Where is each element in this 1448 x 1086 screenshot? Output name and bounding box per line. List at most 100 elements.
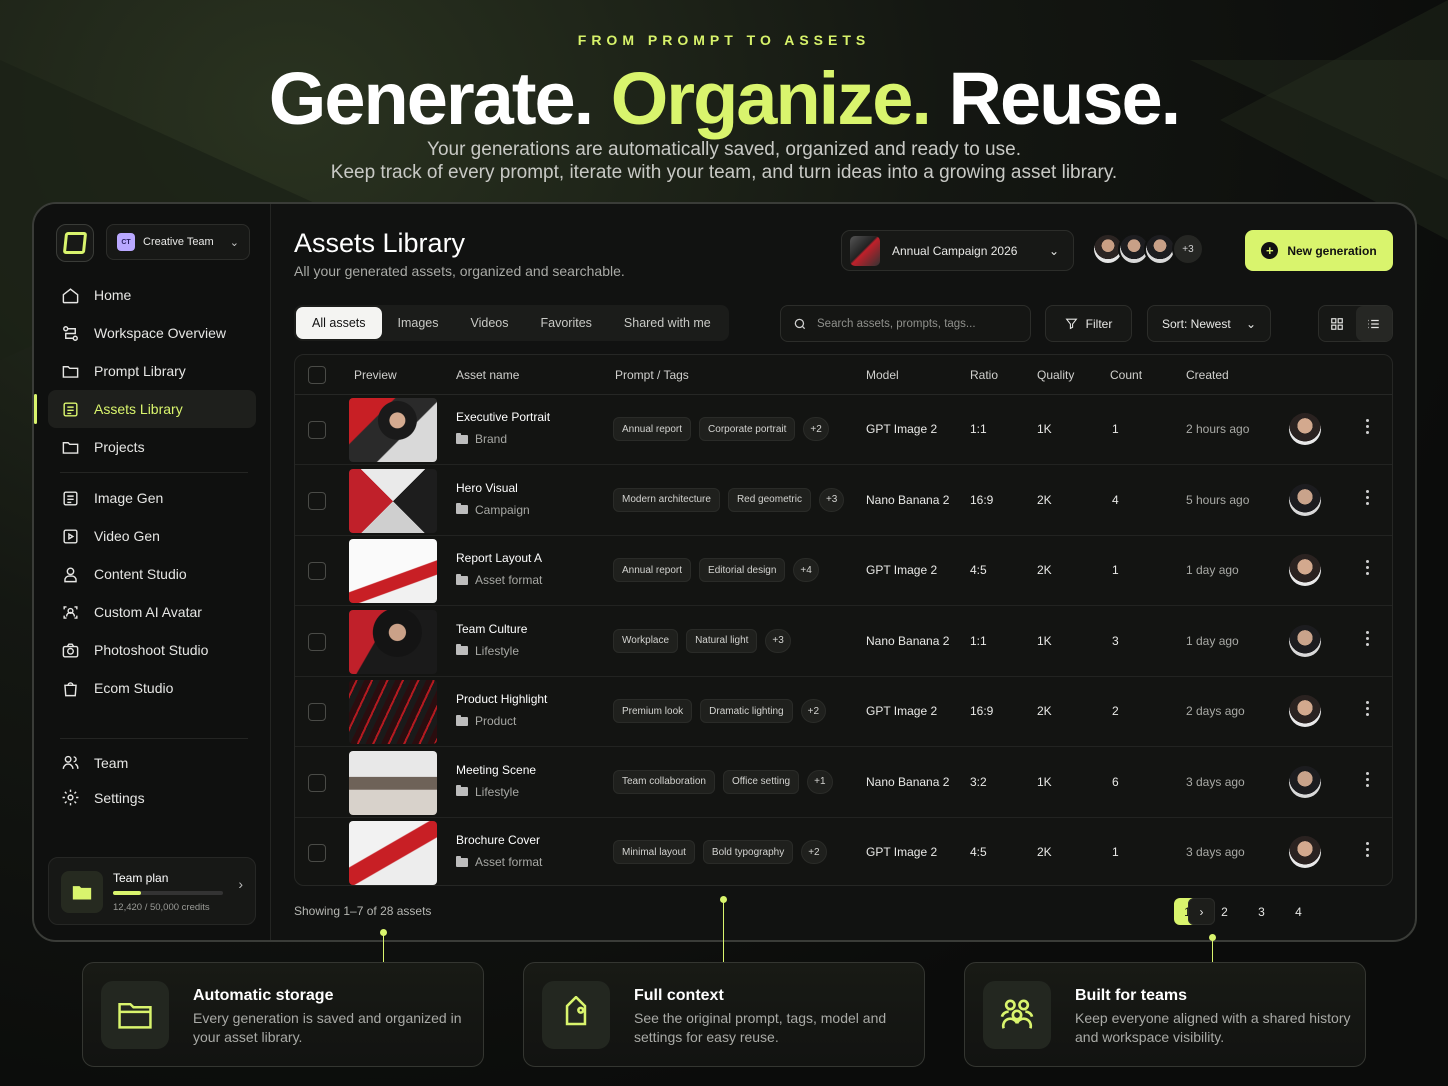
avatar[interactable]: [1289, 483, 1321, 516]
more-options-icon[interactable]: [1366, 489, 1369, 505]
row-checkbox[interactable]: [308, 562, 326, 580]
more-tags-badge[interactable]: +2: [801, 840, 827, 864]
prompt-tag[interactable]: Annual report: [613, 558, 692, 582]
asset-preview[interactable]: [349, 468, 437, 533]
table-row[interactable]: Report Layout A Asset format Annual repo…: [295, 536, 1392, 606]
table-row[interactable]: Hero Visual Campaign Modern architecture…: [295, 466, 1392, 536]
tab-images[interactable]: Images: [382, 307, 455, 339]
prompt-tag[interactable]: Editorial design: [699, 558, 786, 582]
asset-name[interactable]: Meeting Scene: [456, 763, 536, 777]
prompt-tag[interactable]: Premium look: [613, 699, 693, 723]
tab-all-assets[interactable]: All assets: [296, 307, 382, 339]
sidebar-item-video-gen[interactable]: Video Gen: [48, 517, 256, 555]
avatar[interactable]: [1289, 554, 1321, 586]
sidebar-item-photoshoot-studio[interactable]: Photoshoot Studio: [48, 631, 256, 669]
avatar[interactable]: [1289, 413, 1321, 445]
new-generation-button[interactable]: + New generation: [1245, 230, 1393, 271]
app-logo[interactable]: [56, 224, 94, 262]
more-options-icon[interactable]: [1366, 701, 1369, 716]
more-tags-badge[interactable]: +3: [818, 487, 845, 512]
more-options-icon[interactable]: [1366, 771, 1369, 787]
column-header[interactable]: Asset name: [456, 368, 519, 382]
more-tags-badge[interactable]: +1: [807, 769, 833, 794]
tab-favorites[interactable]: Favorites: [525, 307, 608, 339]
asset-name[interactable]: Brochure Cover: [456, 833, 542, 847]
asset-preview[interactable]: [349, 398, 437, 462]
table-row[interactable]: Meeting Scene Lifestyle Team collaborati…: [295, 748, 1392, 818]
tab-shared-with-me[interactable]: Shared with me: [608, 307, 727, 339]
sidebar-item-image-gen[interactable]: Image Gen: [48, 479, 256, 517]
more-tags-badge[interactable]: +2: [803, 417, 829, 441]
more-options-icon[interactable]: [1366, 842, 1369, 857]
row-checkbox[interactable]: [308, 421, 326, 439]
team-switcher[interactable]: CT Creative Team ⌄: [106, 224, 250, 260]
sidebar-item-assets-library[interactable]: Assets Library: [34, 390, 256, 428]
row-checkbox[interactable]: [308, 491, 326, 510]
sidebar-item-ecom-studio[interactable]: Ecom Studio: [48, 669, 256, 707]
prompt-tag[interactable]: Corporate portrait: [699, 417, 796, 441]
sidebar-item-settings[interactable]: Settings: [48, 780, 256, 815]
prompt-tag[interactable]: Natural light: [686, 628, 758, 653]
more-options-icon[interactable]: [1366, 630, 1369, 646]
asset-preview[interactable]: [349, 539, 437, 603]
column-header[interactable]: Prompt / Tags: [615, 368, 689, 382]
column-header[interactable]: Ratio: [970, 368, 998, 382]
tab-videos[interactable]: Videos: [455, 307, 525, 339]
column-header[interactable]: Count: [1110, 368, 1142, 382]
column-header[interactable]: Quality: [1037, 368, 1074, 382]
asset-name[interactable]: Hero Visual: [456, 481, 530, 495]
row-checkbox[interactable]: [308, 773, 326, 792]
asset-preview[interactable]: [349, 680, 437, 744]
table-row[interactable]: Brochure Cover Asset format Minimal layo…: [295, 818, 1392, 885]
team-members[interactable]: +3: [1092, 233, 1204, 265]
more-tags-badge[interactable]: +2: [800, 699, 827, 723]
search-input[interactable]: Search assets, prompts, tags...: [780, 305, 1031, 342]
page-button[interactable]: 3: [1248, 898, 1275, 925]
prompt-tag[interactable]: Dramatic lighting: [700, 699, 793, 723]
prompt-tag[interactable]: Modern architecture: [613, 487, 720, 512]
table-row[interactable]: Executive Portrait Brand Annual report Co…: [295, 395, 1392, 465]
more-tags-badge[interactable]: +3: [765, 628, 791, 653]
table-row[interactable]: Product Highlight Product Premium look Dr…: [295, 677, 1392, 747]
avatar[interactable]: [1289, 765, 1321, 798]
prompt-tag[interactable]: Red geometric: [727, 487, 811, 512]
sidebar-item-projects[interactable]: Projects: [48, 428, 256, 466]
select-all-checkbox[interactable]: [308, 366, 326, 384]
sidebar-item-team[interactable]: Team: [48, 745, 256, 780]
sidebar-item-custom-ai-avatar[interactable]: Custom AI Avatar: [48, 593, 256, 631]
more-tags-badge[interactable]: +4: [793, 558, 819, 582]
more-options-icon[interactable]: [1366, 560, 1369, 575]
asset-preview[interactable]: [349, 609, 437, 674]
row-checkbox[interactable]: [308, 632, 326, 651]
prompt-tag[interactable]: Minimal layout: [613, 840, 695, 864]
row-checkbox[interactable]: [308, 703, 326, 721]
prompt-tag[interactable]: Team collaboration: [613, 769, 715, 794]
prompt-tag[interactable]: Bold typography: [702, 840, 794, 864]
asset-name[interactable]: Executive Portrait: [456, 410, 550, 424]
avatar[interactable]: [1289, 836, 1321, 868]
sidebar-item-home[interactable]: Home: [48, 276, 256, 314]
asset-preview[interactable]: [349, 750, 437, 815]
prompt-tag[interactable]: Office setting: [722, 769, 800, 794]
row-checkbox[interactable]: [308, 844, 326, 862]
asset-preview[interactable]: [349, 821, 437, 885]
avatar[interactable]: [1289, 624, 1321, 657]
sidebar-item-content-studio[interactable]: Content Studio: [48, 555, 256, 593]
sort-dropdown[interactable]: Sort: Newest ⌄: [1147, 305, 1271, 342]
plan-card[interactable]: Team plan 12,420 / 50,000 credits ›: [48, 857, 256, 925]
page-button[interactable]: 2: [1211, 898, 1238, 925]
filter-button[interactable]: Filter: [1045, 305, 1132, 342]
more-options-icon[interactable]: [1366, 419, 1369, 434]
column-header[interactable]: Preview: [354, 368, 397, 382]
grid-view-button[interactable]: [1319, 306, 1356, 341]
asset-name[interactable]: Product Highlight: [456, 692, 547, 706]
next-page-button[interactable]: ›: [1188, 898, 1215, 925]
sidebar-item-workspace-overview[interactable]: Workspace Overview: [48, 314, 256, 352]
sidebar-item-prompt-library[interactable]: Prompt Library: [48, 352, 256, 390]
list-view-button[interactable]: [1355, 306, 1392, 341]
campaign-selector[interactable]: Annual Campaign 2026 ⌄: [841, 230, 1074, 271]
prompt-tag[interactable]: Annual report: [613, 417, 692, 441]
page-button[interactable]: 4: [1285, 898, 1312, 925]
column-header[interactable]: Created: [1186, 368, 1229, 382]
table-row[interactable]: Team Culture Lifestyle Workplace Natural …: [295, 607, 1392, 677]
